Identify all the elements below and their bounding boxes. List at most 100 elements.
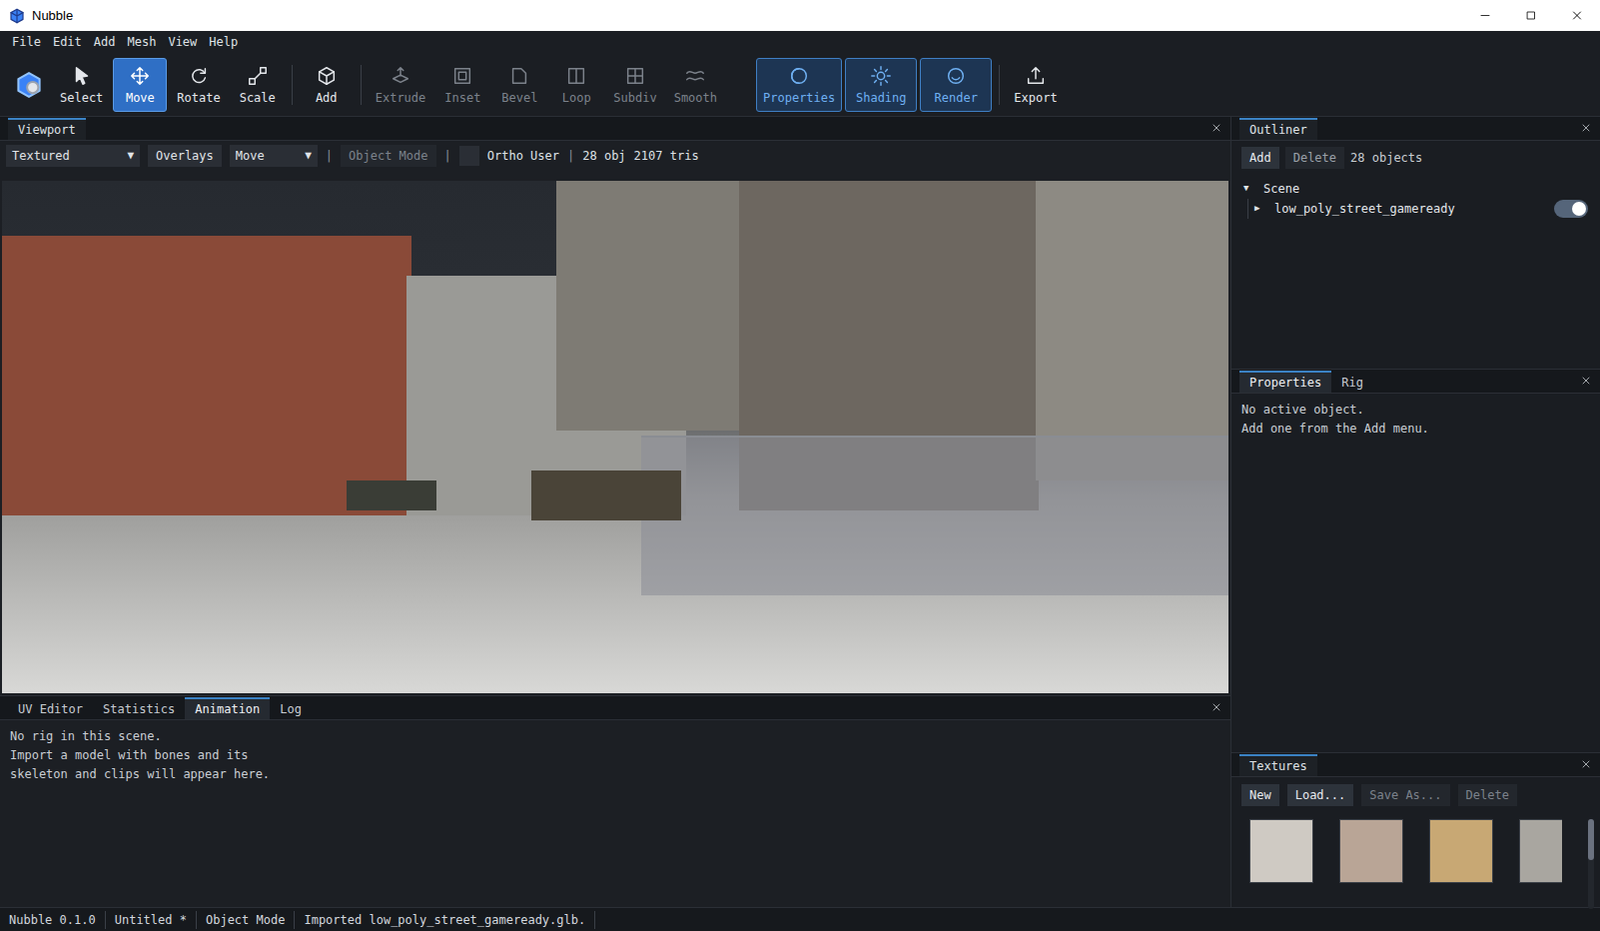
toolbar-label: Extrude bbox=[375, 90, 427, 105]
toolbar-button[interactable]: Select bbox=[52, 57, 110, 112]
texture-thumbnail[interactable] bbox=[1429, 818, 1494, 883]
panel-header: Viewport bbox=[0, 116, 1231, 141]
message-line: skeleton and clips will appear here. bbox=[9, 766, 1221, 783]
scrollbar-thumb[interactable] bbox=[1588, 818, 1595, 860]
panel-tab: Viewport bbox=[7, 117, 86, 140]
tab-label: UV Editor bbox=[17, 700, 83, 719]
app-logo-icon bbox=[13, 69, 44, 100]
viewport-canvas[interactable] bbox=[1, 180, 1229, 694]
tool-6-icon bbox=[451, 64, 474, 87]
panel-tab[interactable]: Log bbox=[269, 697, 312, 720]
texture-thumbnail[interactable] bbox=[1339, 818, 1404, 883]
panel-header: UV Editor Statistics Animation Log bbox=[0, 696, 1231, 721]
overlays-button[interactable]: Overlays bbox=[147, 144, 222, 167]
toolbar-separator bbox=[360, 64, 362, 105]
status-item: Object Mode bbox=[196, 910, 295, 929]
tool-7-icon bbox=[508, 64, 531, 87]
visibility-toggle[interactable] bbox=[1554, 199, 1589, 218]
menu-item[interactable]: Help bbox=[202, 31, 244, 52]
toolbar-button[interactable]: Render bbox=[919, 57, 992, 112]
texture-thumbnail[interactable] bbox=[1249, 818, 1314, 883]
tool-8-icon bbox=[565, 64, 588, 87]
panel-title: Outliner bbox=[1249, 120, 1308, 139]
texture-button[interactable]: Load... bbox=[1287, 784, 1355, 806]
right-column: OutlinerAddDelete28 objects▼Scene▶low_po… bbox=[1230, 116, 1600, 907]
bottom-panel: UV Editor Statistics Animation Log No rig in… bbox=[0, 695, 1231, 907]
panel-title: Viewport bbox=[17, 120, 76, 139]
toolbar-label: Properties bbox=[763, 90, 835, 105]
mode-button: Object Mode bbox=[340, 144, 436, 167]
app-logo-icon bbox=[7, 6, 26, 25]
status-item: Nubble 0.1.0 bbox=[0, 910, 106, 929]
panel-tab[interactable]: UV Editor bbox=[7, 697, 93, 720]
menu-item[interactable]: Edit bbox=[46, 31, 88, 52]
textures-toolbar: NewLoad...Save As...Delete bbox=[1231, 777, 1600, 813]
toolbar-button[interactable]: Add bbox=[299, 57, 354, 112]
title-bar: Nubble bbox=[0, 0, 1600, 31]
tool-5-icon bbox=[389, 64, 412, 87]
tree-row[interactable]: ▶ low_poly_street_gameready bbox=[1247, 198, 1589, 219]
toolbar-label: Inset bbox=[444, 90, 481, 105]
button-label: New bbox=[1249, 786, 1272, 804]
toolbar-button[interactable]: Shading bbox=[844, 57, 917, 112]
expand-toggle[interactable]: ▼ bbox=[1243, 181, 1256, 196]
outliner-button[interactable]: Add bbox=[1241, 146, 1280, 169]
toolbar: Select Move Rotate Scale Add Extrude Inset Beve… bbox=[0, 52, 1600, 117]
message-line: Add one from the Add menu. bbox=[1241, 420, 1591, 437]
tab-label: Animation bbox=[194, 700, 260, 719]
toolbar-separator bbox=[291, 64, 293, 105]
panel-tab[interactable]: Properties bbox=[1239, 370, 1332, 393]
shading-dropdown[interactable]: Textured▼ bbox=[5, 144, 140, 167]
scrollbar-track[interactable] bbox=[1588, 818, 1595, 909]
toolbar-button: Bevel bbox=[492, 57, 547, 112]
menu-item[interactable]: File bbox=[5, 31, 47, 52]
texture-button[interactable]: New bbox=[1241, 784, 1280, 806]
toolbar-button: Subdiv bbox=[606, 57, 664, 112]
checkbox[interactable] bbox=[459, 145, 480, 166]
toolbar-button: Extrude bbox=[368, 57, 434, 112]
transform-dropdown[interactable]: Move▼ bbox=[229, 144, 318, 167]
toolbar-label: Subdiv bbox=[613, 90, 657, 105]
toolbar-label: Export bbox=[1013, 90, 1057, 105]
toolbar-button[interactable]: Move bbox=[112, 57, 167, 112]
button-label: Load... bbox=[1295, 786, 1347, 804]
panel-tabs: Outliner bbox=[1231, 116, 1581, 140]
toolbar-label: Bevel bbox=[501, 90, 538, 105]
menu-item[interactable]: Mesh bbox=[121, 31, 163, 52]
panel-tab[interactable]: Animation bbox=[184, 697, 270, 720]
crates bbox=[346, 480, 437, 511]
tab-label: Properties bbox=[1249, 373, 1322, 392]
expand-toggle[interactable]: ▶ bbox=[1254, 201, 1267, 216]
panel-tabs: Textures bbox=[1231, 753, 1581, 777]
message-line: No rig in this scene. bbox=[9, 728, 1221, 745]
menu-item[interactable]: Add bbox=[87, 31, 122, 52]
toolbar-button[interactable]: Rotate bbox=[169, 57, 227, 112]
maximize-icon bbox=[1508, 0, 1555, 31]
outliner-button[interactable]: Delete bbox=[1285, 146, 1345, 169]
panel-tab[interactable]: Rig bbox=[1331, 370, 1374, 393]
dropdown-arrow: ▼ bbox=[126, 147, 134, 165]
tool-10-icon bbox=[684, 64, 707, 87]
toolbar-label: Rotate bbox=[176, 90, 220, 105]
brick-building bbox=[1, 235, 412, 516]
separator: | bbox=[567, 146, 575, 165]
toolbar-label: Smooth bbox=[674, 90, 718, 105]
tree-row[interactable]: ▼Scene bbox=[1243, 178, 1589, 199]
outliner-tree: ▼Scene ▶ low_poly_street_gameready bbox=[1231, 174, 1600, 219]
tree-label: low_poly_street_gameready bbox=[1274, 199, 1547, 218]
toolbar-button[interactable]: Scale bbox=[230, 57, 285, 112]
toolbar-label: Loop bbox=[562, 90, 592, 105]
object-count: 28 obj bbox=[582, 146, 626, 165]
menu-item[interactable]: View bbox=[161, 31, 203, 52]
left-column: Viewport Textured▼ Overlays Move▼ | Object Mo… bbox=[0, 116, 1231, 907]
texture-thumbnail[interactable] bbox=[1519, 818, 1563, 883]
tab-label: Rig bbox=[1341, 373, 1364, 392]
properties-panel: PropertiesRigNo active object.Add one fr… bbox=[1231, 369, 1600, 754]
tool-14-icon bbox=[1024, 64, 1047, 87]
toolbar-button[interactable]: Properties bbox=[756, 57, 842, 112]
panel-tab[interactable]: Statistics bbox=[92, 697, 185, 720]
triangle-count: 2107 tris bbox=[634, 146, 700, 165]
toolbar-button[interactable]: Export bbox=[1006, 57, 1064, 112]
panel-tab: Outliner bbox=[1239, 117, 1318, 140]
toolbar-label: Select bbox=[59, 90, 103, 105]
